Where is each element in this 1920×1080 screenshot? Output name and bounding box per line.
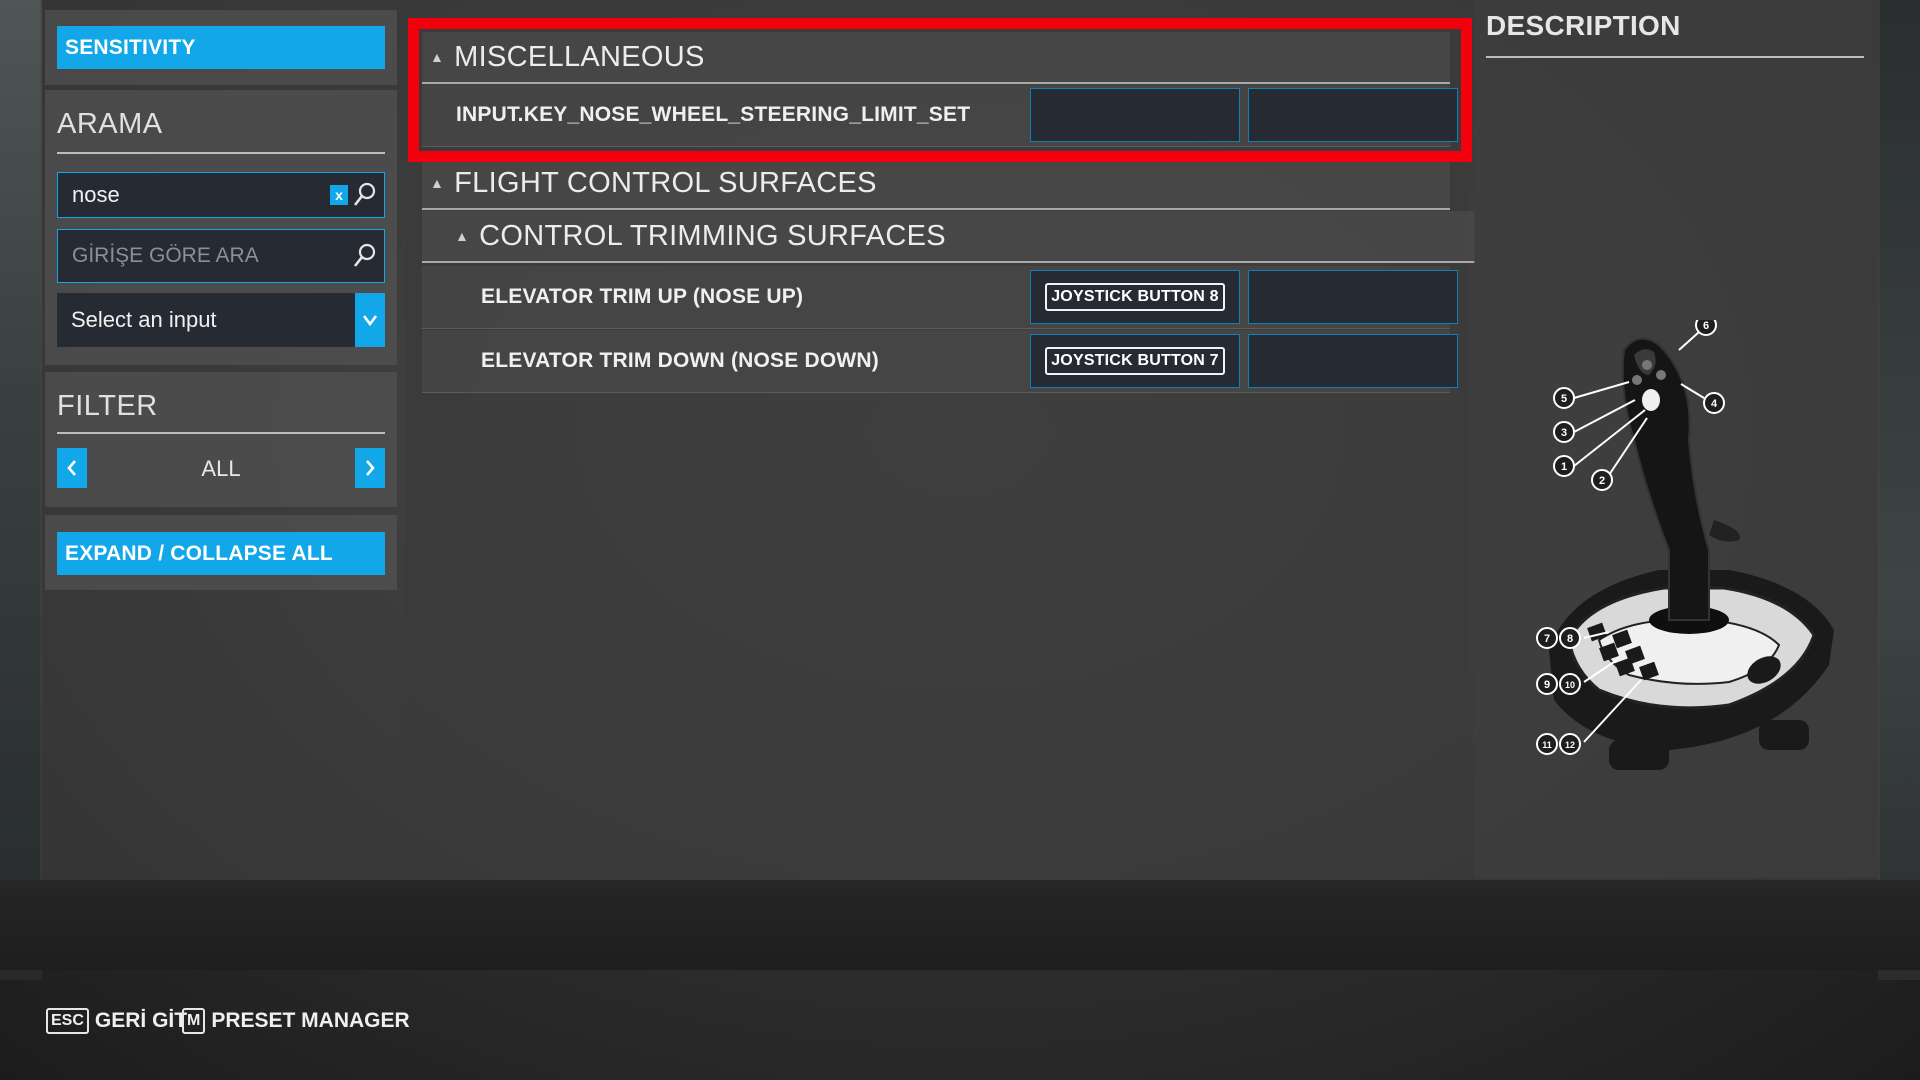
back-label: GERİ GİT [94,1009,188,1032]
binding-slot-2[interactable] [1248,270,1458,324]
bindings-list: ▲ MISCELLANEOUS INPUT.KEY_NOSE_WHEEL_STE… [406,0,1475,878]
binding-row[interactable]: ELEVATOR TRIM UP (NOSE UP) JOYSTICK BUTT… [422,266,1458,329]
select-input-value: Select an input [71,307,217,332]
binding-row[interactable]: ELEVATOR TRIM DOWN (NOSE DOWN) JOYSTICK … [422,330,1458,393]
chevron-right-icon [366,460,375,476]
section-title: MISCELLANEOUS [454,40,705,73]
filter-divider [57,432,385,434]
key-tag: JOYSTICK BUTTON 7 [1045,347,1225,375]
callout-label: 5 [1561,393,1567,405]
background-left [0,0,42,980]
binding-slot-1[interactable]: JOYSTICK BUTTON 8 [1030,270,1240,324]
esc-key-icon: ESC [46,1008,89,1034]
joystick-diagram-icon: 6 5 4 3 1 2 7 8 9 10 11 12 [1536,320,1834,770]
binding-slot-2[interactable] [1248,88,1458,142]
subsection-trimming-header[interactable]: ▲ CONTROL TRIMMING SURFACES [422,211,1475,263]
section-flight-control-header[interactable]: ▲ FLIGHT CONTROL SURFACES [422,158,1450,210]
callout-label: 7 [1544,633,1550,645]
back-button[interactable]: ESC GERİ GİT [46,1008,187,1034]
callout-label: 2 [1599,475,1605,487]
input-search-placeholder: GİRİŞE GÖRE ARA [72,244,259,267]
binding-row[interactable]: INPUT.KEY_NOSE_WHEEL_STEERING_LIMIT_SET [422,84,1458,147]
callout-label: 11 [1542,740,1552,750]
clear-search-button[interactable]: x [330,185,348,205]
input-search-field[interactable]: GİRİŞE GÖRE ARA [57,229,385,283]
sensitivity-button[interactable]: SENSITIVITY [57,26,385,69]
search-icon[interactable] [352,181,378,209]
select-input-dropdown[interactable]: Select an input [57,293,385,347]
expand-collapse-all-button[interactable]: EXPAND / COLLAPSE ALL [57,532,385,575]
binding-label: ELEVATOR TRIM UP (NOSE UP) [481,285,804,308]
key-tag: JOYSTICK BUTTON 8 [1045,283,1225,311]
preset-manager-label: PRESET MANAGER [211,1009,410,1032]
caret-up-icon: ▲ [430,175,445,191]
callout-label: 8 [1567,633,1573,645]
bottom-bar [0,880,1920,970]
callout-label: 4 [1711,398,1718,410]
binding-label: ELEVATOR TRIM DOWN (NOSE DOWN) [481,349,879,372]
description-panel: DESCRIPTION 6 5 4 3 1 2 7 8 9 10 11 12 [1474,0,1878,878]
search-title: ARAMA [57,108,163,140]
subsection-title: CONTROL TRIMMING SURFACES [479,219,946,252]
expand-panel: EXPAND / COLLAPSE ALL [45,515,397,590]
callout-label: 6 [1703,320,1709,332]
caret-up-icon: ▲ [455,228,470,244]
callout-label: 3 [1561,427,1567,439]
search-icon[interactable] [352,242,378,270]
search-input-value: nose [72,182,120,207]
sensitivity-panel: SENSITIVITY [45,10,397,85]
search-panel: ARAMA nose x GİRİŞE GÖRE ARA Select an i… [45,90,397,365]
filter-value: ALL [201,456,241,481]
callout-label: 9 [1544,679,1550,691]
callout-label: 10 [1565,680,1575,690]
binding-label: INPUT.KEY_NOSE_WHEEL_STEERING_LIMIT_SET [456,103,971,126]
search-divider [57,152,385,154]
binding-slot-1[interactable] [1030,88,1240,142]
caret-up-icon: ▲ [430,49,445,65]
m-key-icon: M [182,1008,206,1034]
description-title: DESCRIPTION [1486,10,1681,41]
section-title: FLIGHT CONTROL SURFACES [454,166,877,199]
callout-label: 12 [1565,740,1575,750]
preset-manager-button[interactable]: M PRESET MANAGER [182,1008,410,1034]
description-divider [1486,56,1864,58]
background-right [1878,0,1920,980]
callout-label: 1 [1561,461,1567,473]
filter-title: FILTER [57,390,158,422]
binding-slot-2[interactable] [1248,334,1458,388]
filter-panel: FILTER ALL [45,372,397,507]
filter-next-button[interactable] [355,448,385,488]
section-miscellaneous-header[interactable]: ▲ MISCELLANEOUS [422,32,1450,84]
search-input[interactable]: nose x [57,172,385,218]
chevron-down-icon[interactable] [355,293,385,347]
binding-slot-1[interactable]: JOYSTICK BUTTON 7 [1030,334,1240,388]
